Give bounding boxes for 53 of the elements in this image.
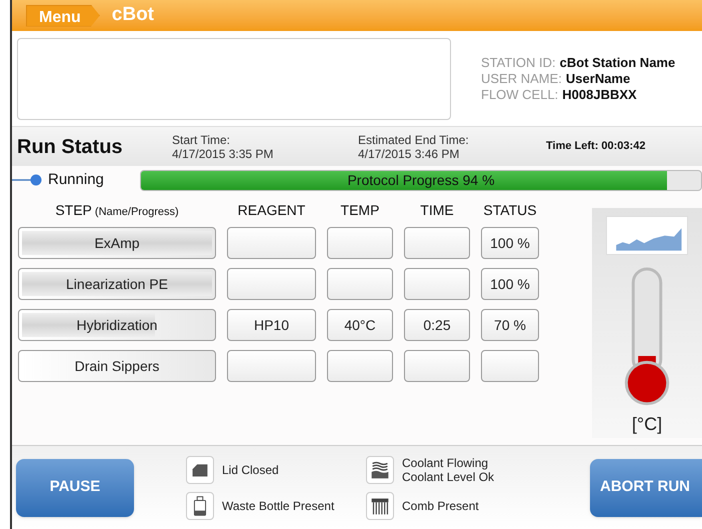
progress-label: Protocol Progress 94 % (346, 170, 496, 190)
info-value: UserName (566, 70, 630, 86)
table-cell (404, 268, 470, 300)
table-cell: 100 % (481, 268, 539, 300)
indicator-label: Coolant Level Ok (402, 470, 494, 484)
end-time-label: Estimated End Time: (358, 132, 470, 146)
indicator-label: Lid Closed (222, 462, 279, 476)
temperature-chart-icon (606, 216, 688, 256)
column-header: REAGENT (238, 201, 306, 220)
time-left: Time Left: 00:03:42 (546, 139, 646, 154)
pause-button[interactable]: PAUSE (16, 458, 134, 516)
start-time-label: Start Time: (172, 132, 232, 146)
table-cell (327, 350, 393, 382)
temperature-unit: [°C] (632, 413, 662, 436)
table-cell (404, 350, 470, 382)
comb-icon (366, 492, 394, 520)
step-name: Drain Sippers (74, 356, 160, 376)
column-header: STEP (55, 201, 92, 220)
run-state: Running (48, 170, 105, 190)
indicator-label: Coolant Flowing (402, 456, 490, 470)
coolant-icon (366, 456, 394, 484)
lid-icon (186, 456, 214, 484)
step-name: Linearization PE (65, 274, 169, 294)
info-label: FLOW CELL: (481, 86, 558, 102)
column-header: STATUS (483, 201, 537, 220)
table-cell (404, 227, 470, 259)
indicator-label: Comb Present (402, 498, 479, 512)
step-name: ExAmp (93, 234, 141, 253)
info-value: cBot Station Name (560, 54, 676, 70)
info-value: H008JBBXX (562, 86, 637, 102)
column-subheader: (Name/Progress) (94, 205, 179, 220)
table-cell (327, 227, 393, 259)
start-time-value: 4/17/2015 3:35 PM (172, 146, 274, 160)
table-cell: 40°C (327, 309, 393, 341)
table-cell: 70 % (481, 309, 539, 341)
indicator-label: Waste Bottle Present (222, 498, 334, 512)
run-status-title: Run Status (16, 134, 124, 160)
app-title: cBot (112, 3, 154, 28)
table-cell: 100 % (481, 227, 539, 259)
info-label: USER NAME: (481, 70, 562, 86)
bottle-icon (186, 492, 214, 520)
column-header: TEMP (340, 201, 380, 220)
end-time-value: 4/17/2015 3:46 PM (358, 146, 460, 160)
column-header: TIME (420, 201, 454, 220)
menu-button[interactable]: Menu (26, 4, 100, 26)
table-cell: 0:25 (404, 309, 470, 341)
table-cell: HP10 (227, 309, 316, 341)
table-cell (481, 350, 539, 382)
status-dot-icon (12, 174, 42, 186)
info-label: STATION ID: (481, 54, 556, 70)
abort-run-button[interactable]: ABORT RUN (590, 458, 702, 516)
step-name: Hybridization (76, 316, 158, 335)
table-cell (327, 268, 393, 300)
